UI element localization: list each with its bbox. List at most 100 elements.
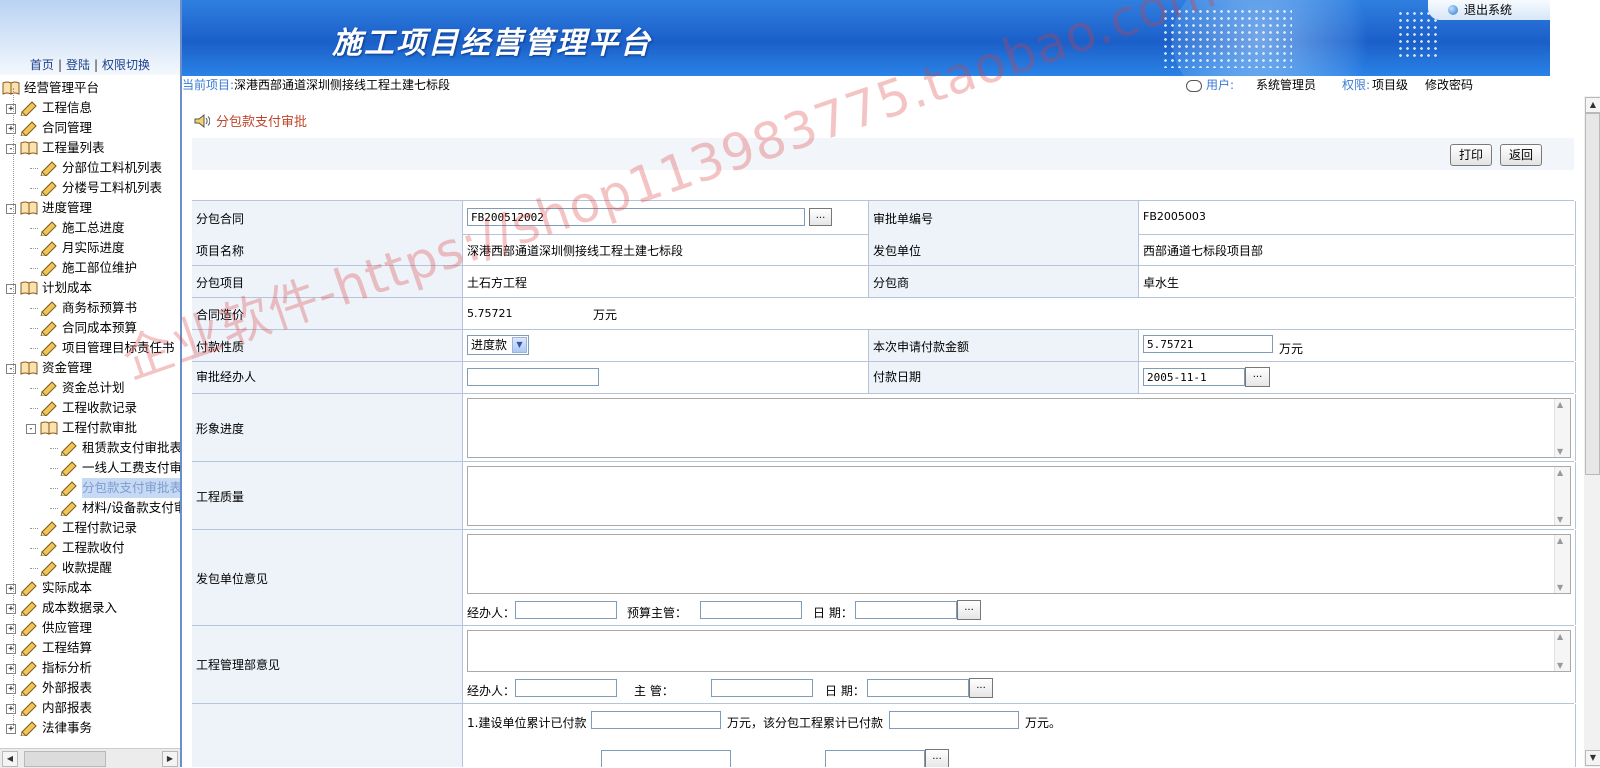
tree-item[interactable]: 一线人工费支付审批: [0, 458, 180, 478]
tree-item[interactable]: 工程付款记录: [0, 518, 180, 538]
collapse-icon[interactable]: -: [6, 364, 16, 374]
scroll-down-icon[interactable]: ▼: [1557, 661, 1563, 670]
payment-type-select[interactable]: 进度款 ▼: [467, 335, 529, 355]
tree-item[interactable]: 施工部位维护: [0, 258, 180, 278]
budget-supervisor-field[interactable]: [700, 601, 802, 619]
change-password-link[interactable]: 修改密码: [1425, 76, 1473, 95]
scroll-up-icon[interactable]: ▲: [1557, 400, 1563, 409]
apply-amount-field[interactable]: 5.75721: [1143, 335, 1273, 353]
tree-item[interactable]: - 工程量列表: [0, 138, 180, 158]
tree-item[interactable]: 施工总进度: [0, 218, 180, 238]
tree-item[interactable]: + 合同管理: [0, 118, 180, 138]
pay-date-picker-button[interactable]: ...: [1245, 367, 1270, 387]
date-picker-button[interactable]: ...: [925, 749, 949, 767]
dept-date-field[interactable]: [867, 679, 969, 697]
scrollbar-thumb[interactable]: [24, 751, 106, 767]
link-home[interactable]: 首页: [30, 58, 54, 72]
scroll-down-icon[interactable]: ▼: [1557, 583, 1563, 592]
scrollbar-thumb[interactable]: [1585, 113, 1600, 475]
tree-item[interactable]: + 成本数据录入: [0, 598, 180, 618]
supervisor-field[interactable]: [711, 679, 813, 697]
agent-field[interactable]: [515, 601, 617, 619]
tree-item[interactable]: + 实际成本: [0, 578, 180, 598]
tree-item[interactable]: 分部位工料机列表: [0, 158, 180, 178]
expand-icon[interactable]: +: [6, 604, 16, 614]
scroll-right-arrow-icon[interactable]: ▶: [162, 751, 178, 767]
tree-item[interactable]: 月实际进度: [0, 238, 180, 258]
tree-item[interactable]: 资金总计划: [0, 378, 180, 398]
tree-item[interactable]: + 供应管理: [0, 618, 180, 638]
tree-item[interactable]: + 指标分析: [0, 658, 180, 678]
logout-button[interactable]: 退出系统: [1428, 0, 1550, 20]
expand-icon[interactable]: +: [6, 684, 16, 694]
back-button[interactable]: 返回: [1500, 144, 1543, 166]
dept-opinion-textarea[interactable]: ▲ ▼: [467, 630, 1571, 672]
tree-item[interactable]: 租赁款支付审批表: [0, 438, 180, 458]
opinion-date-field[interactable]: [855, 601, 957, 619]
tree-item[interactable]: 材料/设备款支付审批: [0, 498, 180, 518]
textarea-scrollbar[interactable]: ▲ ▼: [1554, 399, 1570, 457]
collapse-icon[interactable]: -: [6, 144, 16, 154]
partial-field[interactable]: [601, 750, 731, 767]
dept-date-picker-button[interactable]: ...: [969, 678, 993, 698]
scroll-down-icon[interactable]: ▼: [1557, 515, 1563, 524]
tree-item[interactable]: - 工程付款审批: [0, 418, 180, 438]
tree-item[interactable]: + 内部报表: [0, 698, 180, 718]
tree-item[interactable]: + 工程信息: [0, 98, 180, 118]
tree-item[interactable]: - 进度管理: [0, 198, 180, 218]
content-vertical-scrollbar[interactable]: ▲ ▼: [1584, 96, 1600, 767]
contractor-opinion-textarea[interactable]: ▲ ▼: [467, 534, 1571, 594]
opinion-date-picker-button[interactable]: ...: [957, 600, 981, 620]
tree-item[interactable]: + 外部报表: [0, 678, 180, 698]
tree-item[interactable]: 经营管理平台: [0, 78, 180, 98]
collapse-icon[interactable]: -: [6, 284, 16, 294]
contract-picker-button[interactable]: ...: [809, 208, 832, 226]
dept-agent-field[interactable]: [515, 679, 617, 697]
handler-field[interactable]: [467, 368, 599, 386]
link-login[interactable]: 登陆: [66, 58, 90, 72]
collapse-icon[interactable]: -: [26, 424, 36, 434]
textarea-scrollbar[interactable]: ▲ ▼: [1554, 467, 1570, 525]
progress-textarea[interactable]: ▲ ▼: [467, 398, 1571, 458]
tree-item[interactable]: + 法律事务: [0, 718, 180, 738]
tree-item[interactable]: 商务标预算书: [0, 298, 180, 318]
scroll-left-arrow-icon[interactable]: ◀: [2, 751, 18, 767]
scroll-up-icon[interactable]: ▲: [1557, 468, 1563, 477]
expand-icon[interactable]: +: [6, 724, 16, 734]
tree-item[interactable]: 分楼号工料机列表: [0, 178, 180, 198]
tree-item[interactable]: 工程款收付: [0, 538, 180, 558]
tree-item[interactable]: 合同成本预算: [0, 318, 180, 338]
contract-field[interactable]: FB200512002: [467, 208, 805, 226]
textarea-scrollbar[interactable]: ▲ ▼: [1554, 535, 1570, 593]
tree-item[interactable]: + 工程结算: [0, 638, 180, 658]
tree-item[interactable]: 收款提醒: [0, 558, 180, 578]
expand-icon[interactable]: +: [6, 124, 16, 134]
textarea-scrollbar[interactable]: ▲ ▼: [1554, 631, 1570, 671]
scroll-up-icon[interactable]: ▲: [1557, 536, 1563, 545]
tree-item[interactable]: 工程收款记录: [0, 398, 180, 418]
expand-icon[interactable]: +: [6, 624, 16, 634]
quality-textarea[interactable]: ▲ ▼: [467, 466, 1571, 526]
expand-icon[interactable]: +: [6, 104, 16, 114]
scroll-up-icon[interactable]: ▲: [1557, 632, 1563, 641]
pay-date-field[interactable]: 2005-11-1: [1143, 368, 1245, 386]
scroll-down-icon[interactable]: ▼: [1557, 447, 1563, 456]
collapse-icon[interactable]: -: [6, 204, 16, 214]
builder-paid-field[interactable]: [591, 711, 721, 729]
tree-item[interactable]: 分包款支付审批表: [0, 478, 180, 498]
expand-icon[interactable]: +: [6, 664, 16, 674]
tree-item[interactable]: - 资金管理: [0, 358, 180, 378]
tree-item[interactable]: - 计划成本: [0, 278, 180, 298]
expand-icon[interactable]: +: [6, 584, 16, 594]
tree-item[interactable]: 项目管理目标责任书: [0, 338, 180, 358]
partial-field[interactable]: [825, 750, 925, 767]
sub-paid-field[interactable]: [889, 711, 1019, 729]
link-switch-role[interactable]: 权限切换: [102, 58, 150, 72]
scroll-down-icon[interactable]: ▼: [1585, 750, 1600, 766]
expand-icon[interactable]: +: [6, 704, 16, 714]
tree-horizontal-scrollbar[interactable]: ◀ ▶: [0, 748, 180, 768]
expand-icon[interactable]: +: [6, 644, 16, 654]
chevron-down-icon[interactable]: ▼: [512, 337, 527, 353]
print-button[interactable]: 打印: [1450, 144, 1493, 166]
scroll-up-icon[interactable]: ▲: [1585, 97, 1600, 113]
